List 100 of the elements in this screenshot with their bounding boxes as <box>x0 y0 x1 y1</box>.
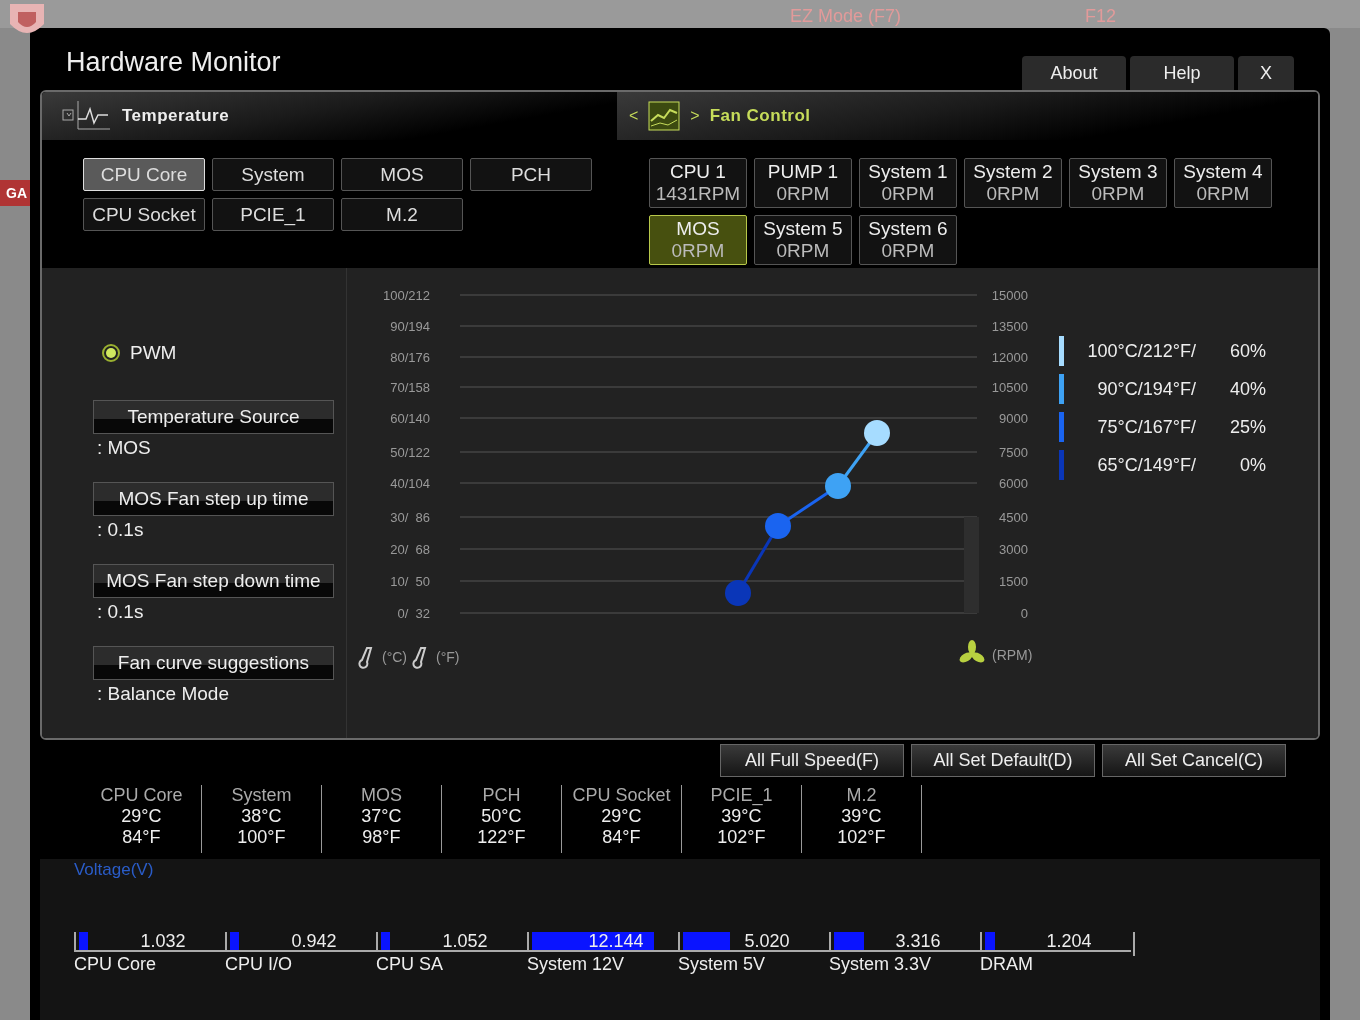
temperature-tick: 40/104 <box>390 476 430 491</box>
rail-name: System 5V <box>677 954 766 975</box>
sensor-button[interactable]: MOS <box>340 158 463 191</box>
fan-icon <box>959 640 985 663</box>
voltage-value: 0.942 <box>290 930 338 952</box>
setting-button[interactable]: Temperature Source <box>92 400 334 434</box>
legend-label: 65°C/149°F/ <box>1096 454 1196 476</box>
action-button[interactable]: All Set Default(D) <box>911 744 1096 777</box>
temperature-tick: 0/ 32 <box>397 606 430 621</box>
fan-button[interactable]: System 1 0RPM <box>858 158 957 208</box>
celsius-reading: 29°C <box>121 806 162 827</box>
rail-name: CPU I/O <box>224 954 293 975</box>
rpm-tick: 13500 <box>991 319 1028 334</box>
legend-label: 90°C/194°F/ <box>1096 378 1196 400</box>
voltage-value: 3.316 <box>894 930 942 952</box>
section-label: GA <box>0 180 30 206</box>
celsius-reading: 37°C <box>361 806 402 827</box>
fan-button[interactable]: System 6 0RPM <box>858 215 957 265</box>
close-button[interactable]: X <box>1238 56 1295 90</box>
rpm-tick: 0 <box>1020 606 1028 621</box>
temperature-tick: 50/122 <box>390 445 430 460</box>
legend-duty: 40% <box>1228 378 1266 400</box>
fan-button[interactable]: PUMP 1 0RPM <box>753 158 852 208</box>
sensor-button[interactable]: CPU Socket <box>82 198 205 231</box>
voltage-title: Voltage(V) <box>73 860 155 880</box>
rpm-tick: 6000 <box>999 476 1028 491</box>
sensor-button[interactable]: PCH <box>469 158 592 191</box>
temperature-tick: 30/ 86 <box>390 510 430 525</box>
rpm-unit: (RPM) <box>991 647 1033 663</box>
action-button[interactable]: All Full Speed(F) <box>720 744 905 777</box>
fan-curve-drawing[interactable] <box>724 420 890 606</box>
fan-button[interactable]: CPU 1 1431RPM <box>648 158 747 208</box>
radio-button[interactable] <box>101 344 120 362</box>
action-button[interactable]: All Set Cancel(C) <box>1102 744 1287 777</box>
legend-label: 100°C/212°F/ <box>1086 340 1196 362</box>
rpm-tick: 15000 <box>991 288 1028 303</box>
rail-name: System 12V <box>526 954 625 975</box>
next-arrow[interactable]: > <box>690 107 700 125</box>
rpm-tick: 10500 <box>991 380 1028 395</box>
fan-button[interactable]: MOS 0RPM <box>648 215 747 265</box>
temperature-tick: 100/212 <box>382 288 430 303</box>
sensor-button[interactable]: PCIE_1 <box>211 198 334 231</box>
setting-value: : 0.1s <box>96 601 145 623</box>
fahrenheit-reading: 102°F <box>717 827 766 848</box>
rpm-tick: 1500 <box>999 574 1028 589</box>
celsius-reading: 39°C <box>841 806 882 827</box>
legend-label: 75°C/167°F/ <box>1096 416 1196 438</box>
sensor-name: PCIE_1 <box>710 785 773 806</box>
setting-button[interactable]: Fan curve suggestions <box>92 646 334 680</box>
thermometer-icon <box>412 647 426 669</box>
section-title: Fan Control <box>709 106 811 126</box>
fan-graph-icon <box>648 101 681 131</box>
fahrenheit-reading: 98°F <box>362 827 401 848</box>
rpm-slider[interactable] <box>963 517 979 613</box>
celsius-reading: 50°C <box>481 806 522 827</box>
fahrenheit-reading: 102°F <box>837 827 886 848</box>
thermometer-icon <box>358 647 372 669</box>
rpm-tick: 12000 <box>991 350 1028 365</box>
celsius-unit: (°C) <box>381 649 407 665</box>
window-title: Hardware Monitor <box>65 46 281 78</box>
fahrenheit-reading: 84°F <box>602 827 641 848</box>
chart-monitor-icon <box>61 101 112 131</box>
setting-button[interactable]: MOS Fan step down time <box>92 564 334 598</box>
voltage-value: 5.020 <box>743 930 791 952</box>
temperature-tick: 80/176 <box>390 350 430 365</box>
rail-name: DRAM <box>979 954 1034 975</box>
legend-duty: 25% <box>1228 416 1266 438</box>
sensor-button[interactable]: CPU Core <box>82 158 205 191</box>
sensor-button[interactable]: M.2 <box>340 198 463 231</box>
fahrenheit-unit: (°F) <box>435 649 460 665</box>
header-tab[interactable]: Help <box>1130 56 1235 90</box>
temperature-tick: 60/140 <box>390 411 430 426</box>
celsius-reading: 29°C <box>601 806 642 827</box>
sensor-button[interactable]: System <box>211 158 334 191</box>
sensor-name: CPU Core <box>100 785 183 806</box>
rpm-tick: 7500 <box>999 445 1028 460</box>
sensor-name: PCH <box>482 785 521 806</box>
rpm-tick: 4500 <box>999 510 1028 525</box>
rail-name: System 3.3V <box>828 954 932 975</box>
fan-button[interactable]: System 5 0RPM <box>753 215 852 265</box>
fahrenheit-reading: 122°F <box>477 827 526 848</box>
fan-button[interactable]: System 4 0RPM <box>1173 158 1272 208</box>
fan-button[interactable]: System 2 0RPM <box>963 158 1062 208</box>
setting-value: : MOS <box>96 437 152 459</box>
setting-button[interactable]: MOS Fan step up time <box>92 482 334 516</box>
legend-duty: 60% <box>1228 340 1266 362</box>
voltage-value: 1.204 <box>1045 930 1093 952</box>
sensor-name: M.2 <box>846 785 877 806</box>
celsius-reading: 39°C <box>721 806 762 827</box>
fahrenheit-reading: 100°F <box>237 827 286 848</box>
rail-name: CPU SA <box>375 954 444 975</box>
sensor-name: CPU Socket <box>572 785 671 806</box>
rpm-tick: 9000 <box>999 411 1028 426</box>
radio-label: PWM <box>129 342 177 364</box>
fan-button[interactable]: System 3 0RPM <box>1068 158 1167 208</box>
previous-arrow[interactable]: < <box>628 107 639 125</box>
voltage-value: 12.144 <box>587 930 645 952</box>
rail-name: CPU Core <box>73 954 157 975</box>
celsius-reading: 38°C <box>241 806 282 827</box>
header-tab[interactable]: About <box>1022 56 1127 90</box>
